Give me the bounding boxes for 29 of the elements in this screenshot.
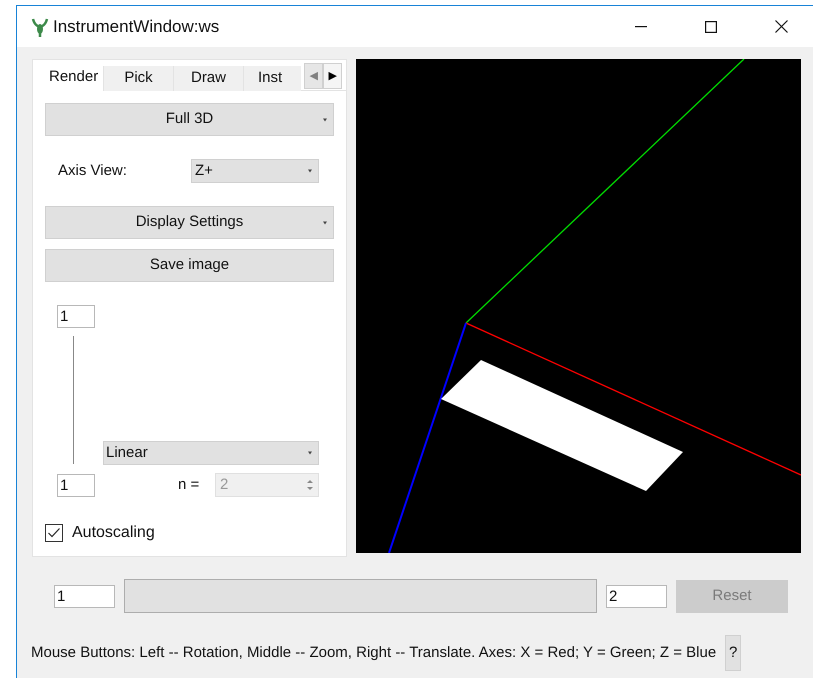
window-title: InstrumentWindow:ws	[53, 16, 220, 38]
color-min-input[interactable]: 1	[57, 474, 95, 496]
minimize-icon[interactable]	[635, 26, 647, 28]
range-max-input[interactable]: 2	[606, 584, 667, 608]
projection-dropdown[interactable]: Full 3D	[45, 103, 334, 136]
autoscaling-label: Autoscaling	[72, 523, 155, 543]
app-logo-icon	[31, 16, 49, 36]
axis-view-combo[interactable]: Z+	[191, 159, 319, 183]
scale-type-combo[interactable]: Linear	[103, 441, 319, 465]
dropdown-caret-icon	[323, 118, 327, 121]
dropdown-caret-icon	[308, 170, 312, 172]
autoscaling-checkbox[interactable]	[45, 524, 63, 542]
dropdown-caret-icon	[323, 221, 327, 224]
close-icon[interactable]	[775, 20, 788, 33]
range-min-input[interactable]: 1	[54, 584, 115, 608]
checkmark-icon	[48, 528, 60, 538]
axis-view-label: Axis View:	[58, 160, 128, 181]
tab[interactable]: Pick	[103, 66, 173, 91]
scroll-right-button[interactable]: ▶	[323, 63, 342, 89]
save-image-button[interactable]: Save image	[45, 249, 334, 282]
dropdown-caret-icon	[308, 452, 312, 454]
maximize-icon[interactable]	[705, 20, 717, 32]
tab[interactable]: Draw	[173, 66, 243, 91]
help-button[interactable]: ?	[725, 635, 742, 671]
status-text: Mouse Buttons: Left -- Rotation, Middle -- Zoom, Right -- Translate. Axes: X = Red; Y = Green; Z = Blue	[31, 642, 716, 663]
n-label: n =	[178, 474, 200, 495]
tab[interactable]: Inst	[243, 66, 301, 91]
display-settings-dropdown[interactable]: Display Settings	[45, 206, 334, 239]
color-max-input[interactable]: 1	[57, 305, 95, 328]
